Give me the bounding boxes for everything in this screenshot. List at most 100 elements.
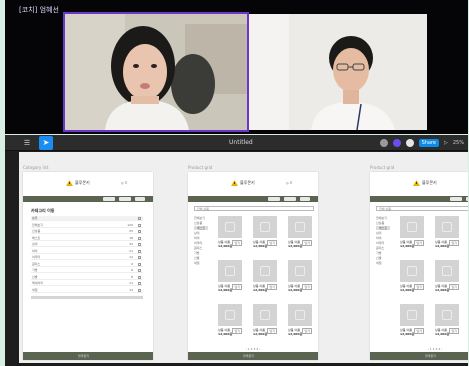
list-item[interactable]: 신상품 25	[31, 229, 143, 234]
add-to-cart-button[interactable]: 담기	[302, 284, 312, 290]
category-item[interactable]: 베스트	[376, 226, 391, 230]
category-item[interactable]: 신상품	[194, 221, 202, 225]
zoom-level[interactable]: 25%	[453, 140, 464, 146]
present-icon[interactable]: ▷	[444, 140, 448, 146]
checkbox[interactable]	[138, 288, 141, 292]
product-card[interactable]: 상품 이름 12,000원 담기	[218, 216, 242, 256]
add-to-cart-button[interactable]: 담기	[232, 284, 242, 290]
design-canvas[interactable]: Category list 블루몬키 ◎ ☰ 카테고리 이동 분류 전체보기 120…	[5, 152, 468, 363]
category-item[interactable]: 상의	[376, 231, 382, 235]
list-item[interactable]: 상의 32	[31, 242, 143, 247]
product-card[interactable]: 상품 이름 12,000원 담기	[435, 304, 459, 344]
nav-button[interactable]	[284, 197, 296, 201]
frame-label[interactable]: Category list	[23, 165, 48, 170]
category-item[interactable]: 세일	[376, 261, 382, 265]
nav-button[interactable]	[450, 197, 462, 201]
product-card[interactable]: 상품 이름 12,000원 담기	[435, 260, 459, 300]
nav-button[interactable]	[119, 197, 131, 201]
checkbox[interactable]	[138, 256, 141, 259]
product-card[interactable]: 상품 이름 12,000원 담기	[288, 304, 312, 344]
product-card[interactable]: 상품 이름 12,000원 담기	[218, 304, 242, 344]
list-item[interactable]: 베스트 18	[31, 236, 143, 241]
category-item[interactable]: 세일	[194, 261, 200, 265]
category-item[interactable]: 원피스	[376, 246, 384, 250]
frame-product-grid[interactable]: 블루몬키◎ ☰전체 상품전체보기신상품베스트상의하의아우터원피스가방신발세일상품…	[188, 172, 318, 360]
product-card[interactable]: 상품 이름 12,000원 담기	[400, 304, 424, 344]
file-title[interactable]: Untitled	[229, 139, 253, 146]
menu-icon[interactable]: ☰	[21, 138, 33, 148]
collaborator-avatar[interactable]	[392, 139, 401, 147]
list-item[interactable]: 분류	[31, 216, 143, 221]
video-tile-coach[interactable]	[63, 12, 249, 132]
list-item[interactable]: 신발 8	[31, 275, 143, 280]
frame-label[interactable]: Product grid	[370, 165, 394, 170]
frame-category-list[interactable]: 블루몬키 ◎ ☰ 카테고리 이동 분류 전체보기 120 신상품 25 베스트 18 상의 32…	[23, 172, 153, 360]
nav-button[interactable]	[268, 197, 280, 201]
category-item[interactable]: 상의	[194, 231, 200, 235]
header-icons[interactable]: ◎ ☰	[286, 181, 292, 185]
checkbox[interactable]	[138, 230, 141, 233]
list-item[interactable]: 전체보기 120	[31, 223, 143, 228]
nav-button[interactable]	[466, 197, 468, 201]
frame-product-grid[interactable]: 블루몬키◎ ☰전체 상품전체보기신상품베스트상의하의아우터원피스가방신발세일상품…	[370, 172, 468, 360]
list-item[interactable]: 세일 14	[31, 288, 143, 293]
product-card[interactable]: 상품 이름 12,000원 담기	[288, 216, 312, 256]
product-card[interactable]: 상품 이름 12,000원 담기	[218, 260, 242, 300]
collaborator-avatar[interactable]	[379, 139, 388, 147]
add-to-cart-button[interactable]: 담기	[267, 284, 277, 290]
category-item[interactable]: 가방	[376, 251, 382, 255]
add-to-cart-button[interactable]: 담기	[449, 328, 459, 334]
collaborator-avatar[interactable]	[405, 139, 414, 147]
product-card[interactable]: 상품 이름 12,000원 담기	[253, 304, 277, 344]
checkbox[interactable]	[138, 236, 141, 240]
frame-label[interactable]: Product grid	[188, 165, 212, 170]
add-to-cart-button[interactable]: 담기	[302, 240, 312, 246]
add-to-cart-button[interactable]: 담기	[267, 240, 277, 246]
checkbox[interactable]	[138, 262, 141, 266]
cursor-icon[interactable]: ➤	[39, 136, 53, 150]
category-item[interactable]: 아우터	[194, 241, 202, 245]
add-to-cart-button[interactable]: 담기	[414, 284, 424, 290]
product-card[interactable]: 상품 이름 12,000원 담기	[400, 216, 424, 256]
category-item[interactable]: 가방	[194, 251, 200, 255]
checkbox[interactable]	[138, 269, 141, 272]
product-card[interactable]: 상품 이름 12,000원 담기	[288, 260, 312, 300]
product-card[interactable]: 상품 이름 12,000원 담기	[253, 216, 277, 256]
add-to-cart-button[interactable]: 담기	[232, 328, 242, 334]
category-item[interactable]: 신발	[194, 256, 200, 260]
nav-button[interactable]	[103, 197, 115, 201]
list-item[interactable]: 아우터 12	[31, 255, 143, 260]
add-to-cart-button[interactable]: 담기	[449, 240, 459, 246]
category-item[interactable]: 신상품	[376, 221, 384, 225]
add-to-cart-button[interactable]: 담기	[414, 328, 424, 334]
checkbox[interactable]	[138, 243, 141, 246]
nav-button[interactable]	[135, 197, 145, 201]
product-card[interactable]: 상품 이름 12,000원 담기	[253, 260, 277, 300]
filter-bar[interactable]: 전체 상품	[194, 206, 314, 211]
category-item[interactable]: 베스트	[194, 226, 209, 230]
add-to-cart-button[interactable]: 담기	[267, 328, 277, 334]
category-item[interactable]: 전체보기	[376, 216, 387, 220]
category-item[interactable]: 하의	[194, 236, 200, 240]
share-button[interactable]: Share	[418, 139, 440, 147]
product-card[interactable]: 상품 이름 12,000원 담기	[400, 260, 424, 300]
category-item[interactable]: 원피스	[194, 246, 202, 250]
category-item[interactable]: 하의	[376, 236, 382, 240]
nav-button[interactable]	[300, 197, 310, 201]
checkbox[interactable]	[138, 275, 141, 279]
checkbox[interactable]	[138, 249, 141, 253]
pagination[interactable]: ‹ 1 2 3 4 ›	[418, 347, 452, 351]
header-icons[interactable]: ◎ ☰	[121, 181, 127, 185]
add-to-cart-button[interactable]: 담기	[414, 240, 424, 246]
list-item[interactable]: 원피스 9	[31, 262, 143, 267]
list-item[interactable]: 액세서리 11	[31, 281, 143, 286]
add-to-cart-button[interactable]: 담기	[232, 240, 242, 246]
category-item[interactable]: 아우터	[376, 241, 384, 245]
filter-bar[interactable]: 전체 상품	[376, 206, 468, 211]
video-tile-student[interactable]	[249, 14, 427, 130]
category-item[interactable]: 전체보기	[194, 216, 205, 220]
list-item[interactable]: 하의 21	[31, 249, 143, 254]
add-to-cart-button[interactable]: 담기	[302, 328, 312, 334]
checkbox[interactable]	[138, 282, 141, 285]
add-to-cart-button[interactable]: 담기	[449, 284, 459, 290]
